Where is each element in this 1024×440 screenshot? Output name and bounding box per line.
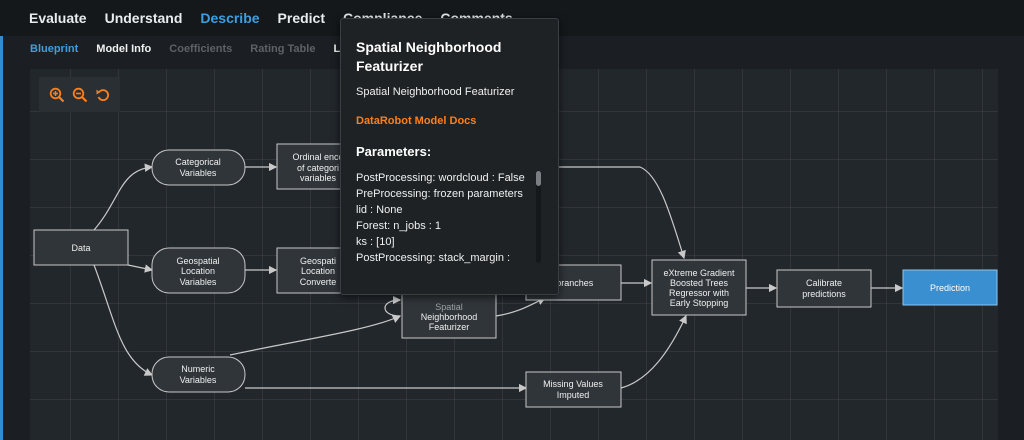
svg-text:eXtreme Gradient: eXtreme Gradient — [663, 268, 735, 278]
parameters-heading: Parameters: — [356, 144, 432, 159]
zoom-controls — [39, 77, 120, 112]
svg-text:Imputed: Imputed — [557, 390, 590, 400]
svg-text:Ordinal enco: Ordinal enco — [292, 152, 343, 162]
svg-text:Geospati: Geospati — [300, 256, 336, 266]
svg-text:Missing Values: Missing Values — [543, 379, 603, 389]
parameter-item: PreProcessing: frozen parameters — [356, 188, 523, 200]
svg-text:Location: Location — [301, 266, 335, 276]
parameters-list[interactable]: PostProcessing: wordcloud : False PrePro… — [356, 170, 536, 265]
node-prediction[interactable]: Prediction — [902, 269, 998, 306]
node-numeric-variables[interactable]: Numeric Variables — [151, 356, 246, 393]
tooltip-description: Spatial Neighborhood Featurizer — [356, 86, 515, 98]
edge-ordinal-xgb — [558, 166, 686, 260]
svg-text:Data: Data — [71, 243, 90, 253]
svg-text:of categori: of categori — [297, 163, 339, 173]
svg-text:Numeric: Numeric — [181, 364, 215, 374]
edge-spatial-loop — [384, 295, 402, 317]
svg-text:Variables: Variables — [180, 375, 217, 385]
node-categorical-variables[interactable]: Categorical Variables — [151, 149, 246, 186]
node-xgboost-regressor[interactable]: eXtreme Gradient Boosted Trees Regressor… — [651, 259, 747, 316]
node-missing-values-imputed[interactable]: Missing Values Imputed — [525, 371, 622, 408]
edge-data-geospatial — [127, 264, 154, 273]
edge-missing-xgb — [620, 314, 687, 389]
svg-text:Spatial: Spatial — [435, 302, 463, 312]
svg-text:Geospatial: Geospatial — [176, 256, 219, 266]
svg-text:Location: Location — [181, 266, 215, 276]
svg-text:Early Stopping: Early Stopping — [670, 298, 729, 308]
svg-text:Neighborhood: Neighborhood — [421, 312, 478, 322]
edge-numeric-spatial — [229, 315, 402, 356]
parameter-item: ks : [10] — [356, 236, 395, 248]
edge-data-categorical — [93, 163, 154, 231]
node-data[interactable]: Data — [33, 229, 129, 266]
node-ordinal-encoding[interactable]: Ordinal enco of categori variables — [276, 143, 348, 190]
zoom-in-icon[interactable] — [49, 87, 65, 103]
reset-icon[interactable] — [95, 87, 111, 103]
svg-text:Prediction: Prediction — [930, 283, 970, 293]
edge-spatial-branches — [495, 297, 547, 317]
svg-text:Boosted Trees: Boosted Trees — [670, 278, 729, 288]
svg-text:Regressor with: Regressor with — [669, 288, 729, 298]
svg-text:Variables: Variables — [180, 277, 217, 287]
zoom-out-icon[interactable] — [72, 87, 88, 103]
parameters-scrollbar-thumb[interactable] — [536, 171, 541, 186]
docs-link[interactable]: DataRobot Model Docs — [356, 115, 476, 127]
svg-text:variables: variables — [300, 173, 337, 183]
tooltip-title: Spatial Neighborhood Featurizer — [356, 39, 502, 74]
node-calibrate-predictions[interactable]: Calibrate predictions — [776, 269, 872, 308]
parameter-item: PostProcessing: wordcloud : False — [356, 172, 525, 184]
svg-text:Converte: Converte — [300, 277, 337, 287]
parameter-item: lid : None — [356, 204, 403, 216]
svg-text:Featurizer: Featurizer — [429, 322, 470, 332]
edge-data-numeric — [93, 264, 154, 376]
parameter-item: Forest: n_jobs : 1 — [356, 220, 441, 232]
node-geospatial-location-variables[interactable]: Geospatial Location Variables — [151, 247, 246, 294]
node-geospatial-location-converter[interactable]: Geospati Location Converte — [276, 247, 348, 294]
svg-text:predictions: predictions — [802, 289, 846, 299]
node-tooltip: Spatial Neighborhood Featurizer Spatial … — [340, 18, 559, 295]
svg-text:Calibrate: Calibrate — [806, 278, 842, 288]
svg-text:Categorical: Categorical — [175, 157, 221, 167]
node-spatial-neighborhood-featurizer[interactable]: Spatial Neighborhood Featurizer — [401, 291, 497, 339]
parameter-item: PostProcessing: stack_margin : — [356, 252, 511, 264]
svg-text:Variables: Variables — [180, 168, 217, 178]
